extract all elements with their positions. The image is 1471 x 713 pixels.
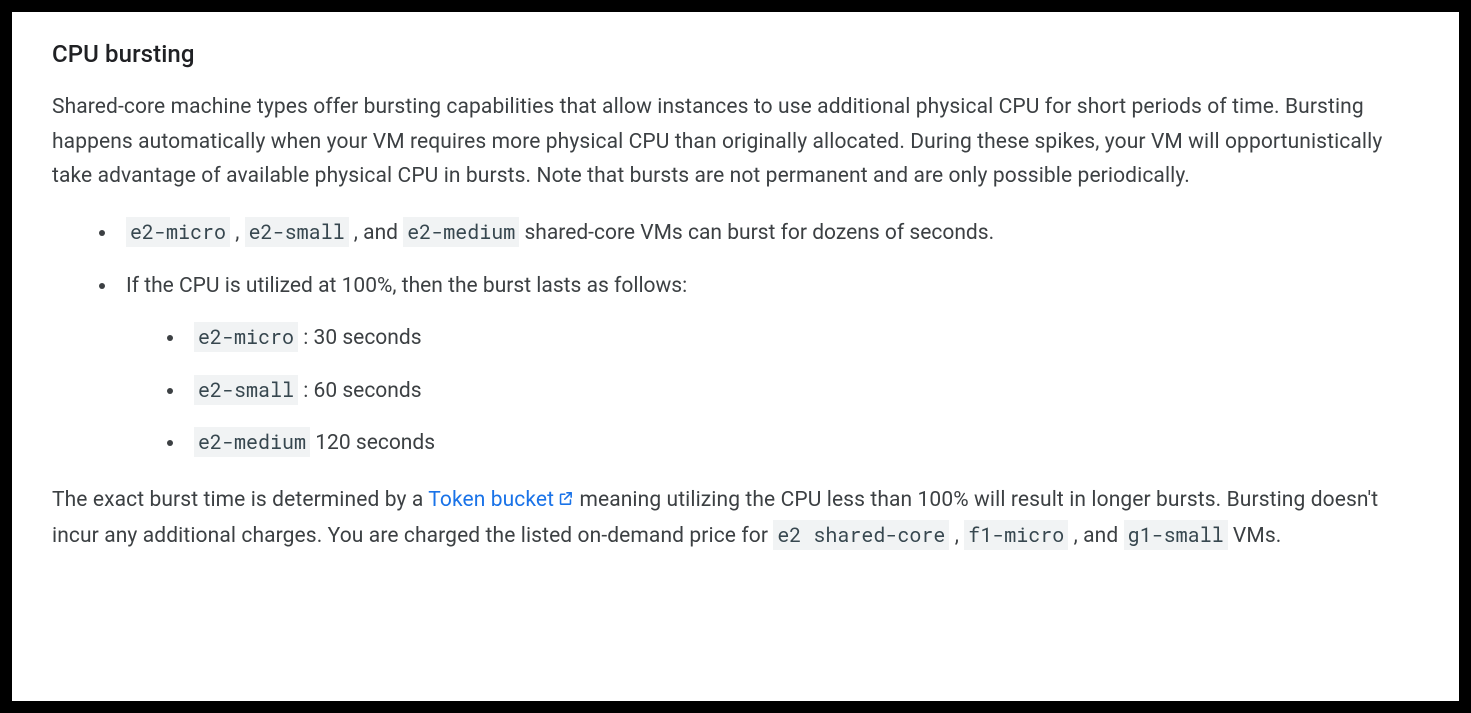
code-g1-small: g1-small (1124, 520, 1228, 550)
token-bucket-link[interactable]: Token bucket (428, 488, 574, 512)
code-e2-shared-core: e2 shared-core (773, 520, 949, 550)
text: , and (1068, 524, 1123, 548)
text: VMs. (1228, 524, 1282, 548)
text: : (298, 326, 314, 350)
intro-paragraph: Shared-core machine types offer bursting… (52, 90, 1419, 194)
text: , (230, 221, 245, 245)
code-machine-type: e2-small (194, 375, 298, 405)
burst-duration-list: e2-micro : 30 seconds e2-small : 60 seco… (126, 321, 1419, 461)
code-f1-micro: f1-micro (964, 520, 1068, 550)
code-machine-type: e2-medium (194, 427, 310, 457)
section-heading: CPU bursting (52, 40, 1419, 68)
list-item: e2-small : 60 seconds (186, 374, 1419, 409)
text: , and (349, 221, 404, 245)
burst-value: 30 seconds (314, 326, 422, 350)
external-link-icon (557, 484, 574, 519)
burst-value: 60 seconds (314, 379, 422, 403)
list-item: e2-micro : 30 seconds (186, 321, 1419, 356)
text: The exact burst time is determined by a (52, 488, 428, 512)
text: , (949, 524, 964, 548)
code-machine-type: e2-micro (194, 322, 298, 352)
list-item: e2-medium 120 seconds (186, 426, 1419, 461)
burst-value: 120 seconds (315, 431, 435, 455)
text: If the CPU is utilized at 100%, then the… (126, 274, 687, 298)
code-e2-small: e2-small (245, 217, 349, 247)
text: : (298, 379, 314, 403)
code-e2-medium: e2-medium (403, 217, 519, 247)
text: shared-core VMs can burst for dozens of … (519, 221, 994, 245)
link-text: Token bucket (428, 488, 554, 512)
code-e2-micro: e2-micro (126, 217, 230, 247)
list-item: If the CPU is utilized at 100%, then the… (118, 269, 1419, 462)
closing-paragraph: The exact burst time is determined by a … (52, 483, 1419, 553)
list-item: e2-micro , e2-small , and e2-medium shar… (118, 216, 1419, 251)
burst-overview-list: e2-micro , e2-small , and e2-medium shar… (52, 216, 1419, 461)
